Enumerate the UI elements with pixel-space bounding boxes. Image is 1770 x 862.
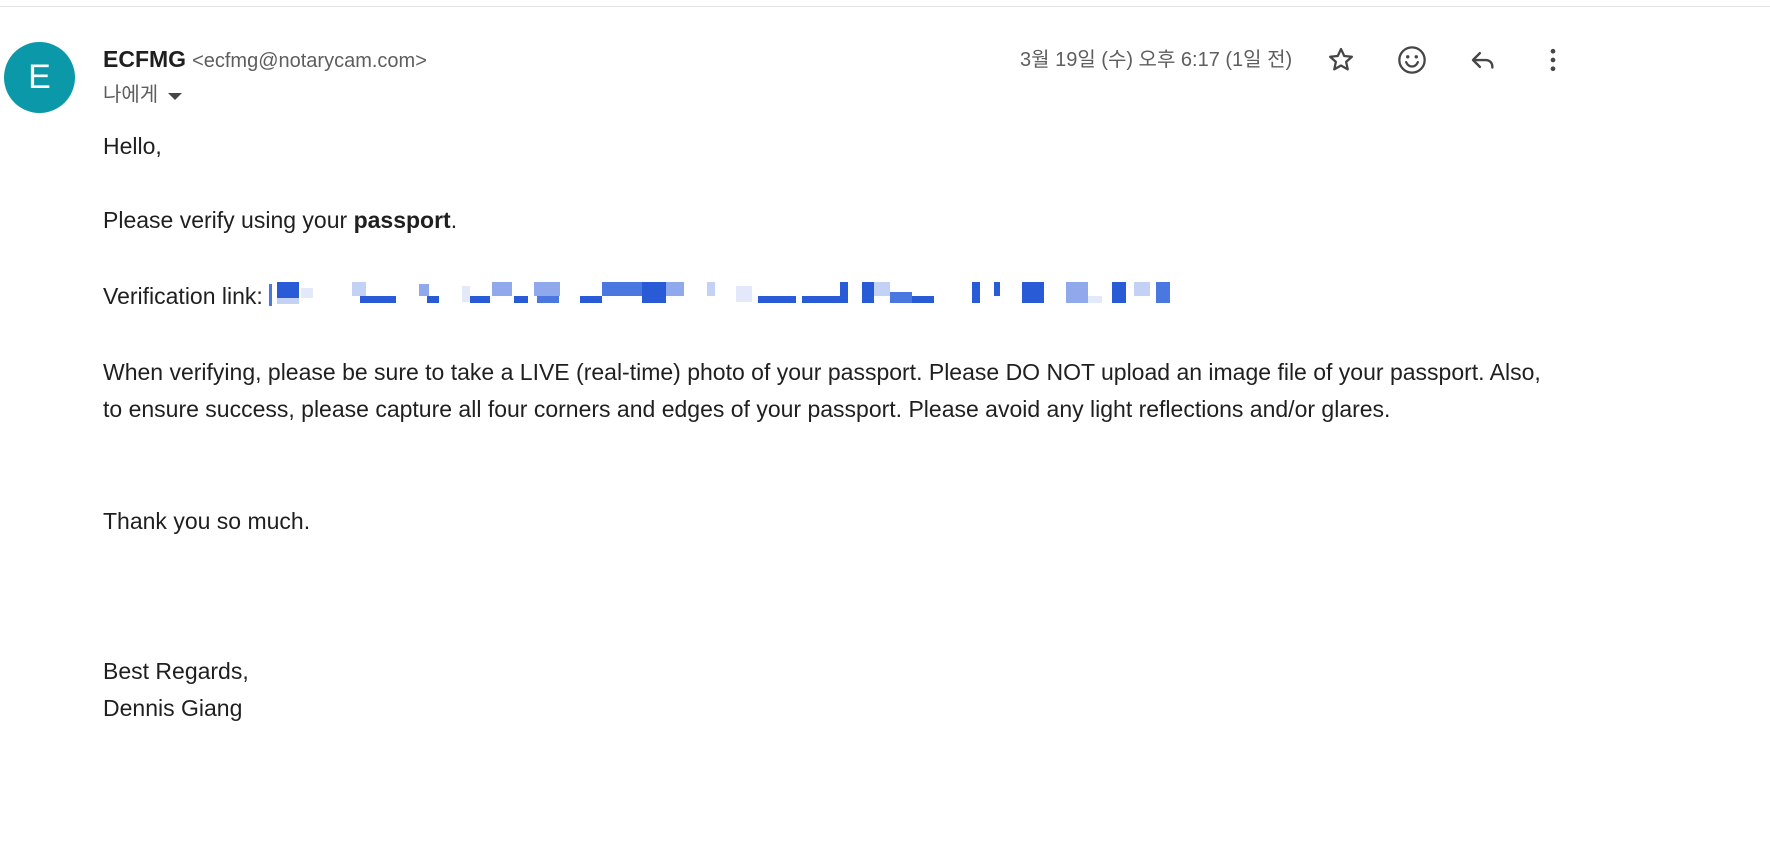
- signature-line: Dennis Giang: [103, 695, 243, 721]
- recipient-label: 나에게: [103, 84, 159, 106]
- recipient-details-toggle[interactable]: 나에게: [103, 81, 183, 109]
- redaction-block: [470, 296, 491, 303]
- star-button[interactable]: [1321, 40, 1361, 80]
- more-options-button[interactable]: [1533, 40, 1573, 80]
- redaction-block: [912, 296, 935, 303]
- sender-line: ECFMG <ecfmg@notarycam.com>: [103, 44, 427, 74]
- redaction-block: [1088, 296, 1103, 303]
- reply-icon: [1471, 51, 1494, 69]
- redaction-block: [840, 282, 849, 303]
- redaction-block: [514, 296, 529, 303]
- verification-link-label: Verification link:: [103, 283, 270, 309]
- instructions-paragraph: When verifying, please be sure to take a…: [103, 359, 1541, 422]
- email-view: E ECFMG <ecfmg@notarycam.com> 나에게 3월 19일 …: [0, 0, 1770, 862]
- greeting-line: Hello,: [103, 133, 162, 159]
- more-vert-icon: [1550, 48, 1556, 72]
- redaction-block: [890, 292, 913, 303]
- verify-bold: passport: [353, 207, 451, 233]
- redaction-block: [277, 298, 300, 304]
- star-icon: [1329, 47, 1353, 71]
- redaction-block: [427, 296, 440, 303]
- timestamp: 3월 19일 (수) 오후 6:17 (1일 전): [1020, 49, 1293, 71]
- redaction-block: [492, 282, 513, 296]
- redaction-block: [736, 286, 753, 302]
- avatar[interactable]: E: [4, 42, 75, 113]
- redaction-block: [537, 296, 560, 303]
- redaction-block: [352, 282, 367, 296]
- divider: [0, 6, 1770, 7]
- redaction-block: [972, 282, 981, 303]
- redaction-block: [862, 282, 875, 303]
- verification-link-line: Verification link:: [103, 278, 1175, 315]
- redaction-block: [1134, 282, 1151, 296]
- redaction-block: [1022, 282, 1045, 303]
- redaction-block: [1066, 282, 1089, 303]
- redaction-block: [707, 282, 716, 296]
- redaction-block: [534, 282, 561, 296]
- redaction-block: [360, 296, 397, 303]
- redaction-block: [802, 296, 841, 303]
- redaction-block: [580, 296, 603, 303]
- verify-line: Please verify using your passport.: [103, 202, 457, 239]
- redaction-block: [780, 296, 797, 303]
- sender-name[interactable]: ECFMG: [103, 46, 186, 72]
- redaction-block: [462, 286, 471, 302]
- redaction-block: [419, 284, 430, 296]
- redaction-block: [269, 284, 273, 306]
- verify-suffix: .: [450, 207, 458, 233]
- verification-link-redacted[interactable]: [269, 282, 1175, 306]
- add-reaction-button[interactable]: [1392, 40, 1432, 80]
- redaction-block: [602, 282, 643, 296]
- chevron-down-icon[interactable]: [168, 92, 183, 100]
- reply-button[interactable]: [1463, 40, 1503, 80]
- redaction-block: [1156, 282, 1171, 303]
- verify-prefix: Please verify using your: [103, 207, 354, 233]
- emoji-icon: [1398, 46, 1426, 74]
- redaction-block: [277, 282, 300, 298]
- redaction-block: [1112, 282, 1127, 303]
- redaction-block: [994, 282, 1001, 296]
- redaction-block: [874, 282, 891, 296]
- redaction-block: [758, 296, 781, 303]
- redaction-block: [642, 282, 667, 303]
- thanks-line: Thank you so much.: [103, 508, 311, 534]
- sign-off-line: Best Regards,: [103, 658, 249, 684]
- redaction-block: [666, 282, 685, 296]
- redaction-block: [301, 288, 314, 298]
- sender-email: <ecfmg@notarycam.com>: [192, 50, 427, 72]
